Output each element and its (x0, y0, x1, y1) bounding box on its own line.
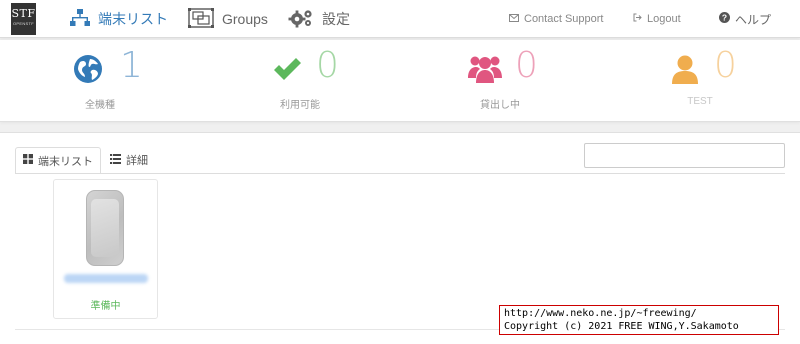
help-link[interactable]: ? ヘルプ (719, 0, 771, 38)
stat-in-use: 0 貸出し中 (400, 40, 600, 122)
device-card[interactable]: 準備中 (53, 179, 158, 319)
tab-device-list-label: 端末リスト (38, 155, 93, 168)
copyright-watermark: http://www.neko.ne.jp/~freewing/ Copyrig… (499, 305, 779, 335)
stat-test: 0 TEST (600, 40, 800, 122)
nav-settings-label: 設定 (322, 11, 350, 27)
stat-available-value: 0 (316, 45, 339, 86)
stat-test-value: 0 (714, 45, 737, 86)
phone-image (86, 190, 124, 266)
th-large-icon (23, 154, 33, 167)
stat-in-use-label: 貸出し中 (480, 100, 520, 111)
stat-test-label: TEST (687, 96, 713, 107)
groups-icon (188, 7, 214, 31)
stat-in-use-value: 0 (515, 45, 538, 86)
sitemap-icon (70, 8, 90, 30)
nav-groups[interactable]: Groups (188, 0, 268, 38)
sign-out-icon (633, 13, 642, 25)
stf-logo[interactable]: STF OPENSTF (11, 3, 36, 35)
globe-icon (73, 54, 103, 84)
logout-link[interactable]: Logout (633, 0, 681, 38)
stat-total: 1 全機種 (0, 40, 200, 122)
svg-text:?: ? (722, 13, 727, 23)
tab-device-list[interactable]: 端末リスト (15, 147, 101, 174)
logo-subtext: OPENSTF (13, 21, 34, 26)
logout-label: Logout (647, 13, 681, 25)
device-stats-panel: 1 全機種 0 利用可能 0 貸出し中 0 TEST (0, 40, 800, 122)
help-label: ヘルプ (735, 12, 772, 27)
user-icon (670, 54, 700, 84)
nav-device-list[interactable]: 端末リスト (70, 0, 168, 38)
logo-text: STF (11, 7, 36, 20)
stat-total-label: 全機種 (85, 100, 115, 111)
tab-divider (15, 173, 785, 174)
list-icon (110, 153, 121, 167)
contact-support-label: Contact Support (524, 13, 604, 25)
contact-support-link[interactable]: Contact Support (509, 0, 604, 38)
nav-settings[interactable]: 設定 (288, 0, 350, 38)
watermark-url: http://www.neko.ne.jp/~freewing/ (504, 308, 697, 319)
device-status: 準備中 (90, 301, 121, 312)
nav-device-list-label: 端末リスト (98, 11, 168, 27)
tab-details-label: 詳細 (126, 155, 148, 167)
nav-groups-label: Groups (222, 11, 268, 27)
check-icon (272, 54, 302, 84)
stat-available: 0 利用可能 (200, 40, 400, 122)
question-circle-icon: ? (719, 12, 730, 26)
users-icon (468, 54, 502, 84)
tab-details[interactable]: 詳細 (103, 147, 155, 173)
watermark-copyright: Copyright (c) 2021 FREE WING,Y.Sakamoto (504, 321, 739, 332)
search-input[interactable] (584, 143, 785, 168)
gears-icon (288, 8, 314, 31)
phone-screen (91, 199, 119, 257)
top-navbar: STF OPENSTF 端末リスト Groups 設定 Contact Supp… (0, 0, 800, 38)
device-name-redacted (64, 274, 148, 283)
stat-available-label: 利用可能 (280, 100, 320, 111)
envelope-icon (509, 13, 519, 25)
stat-total-value: 1 (120, 45, 143, 86)
